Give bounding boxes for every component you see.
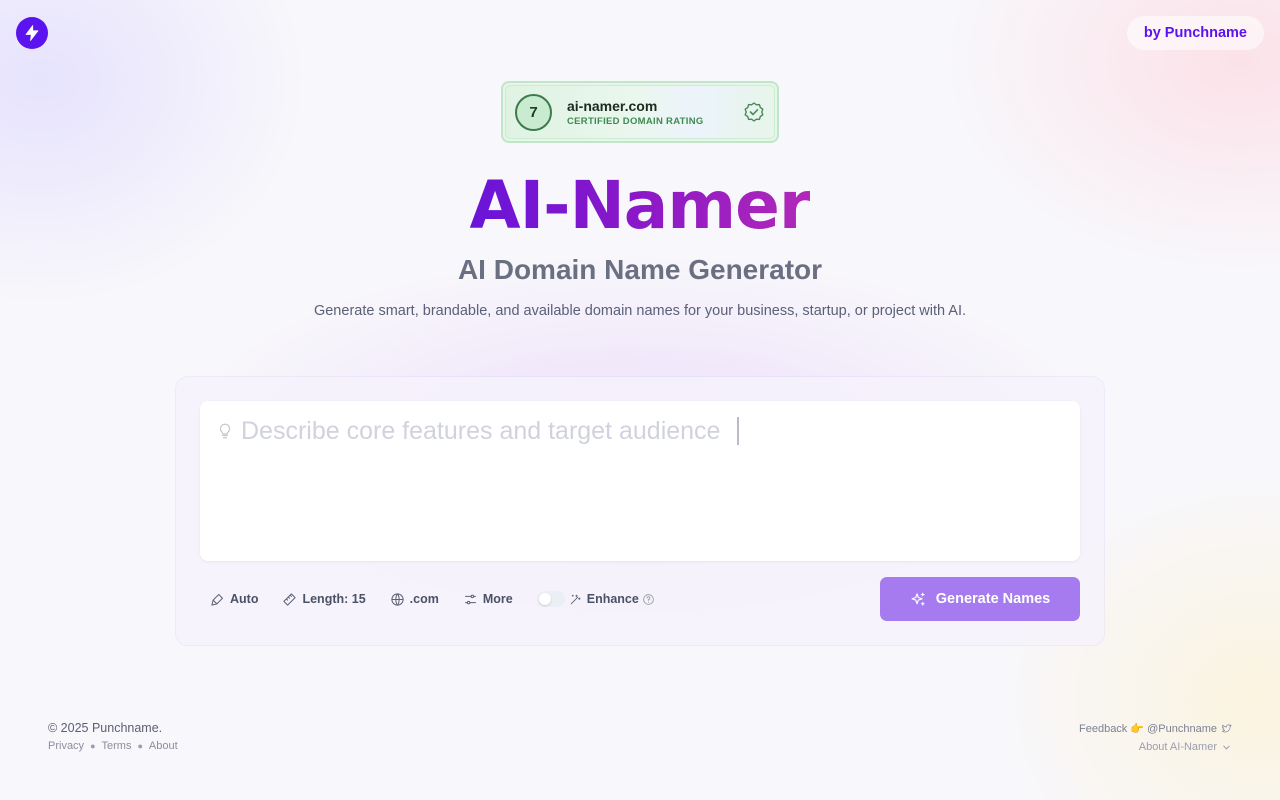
about-ai-namer-label: About AI-Namer — [1138, 741, 1217, 753]
verified-check-icon — [744, 102, 764, 122]
chevron-down-icon — [1223, 745, 1230, 749]
footer-right: Feedback 👉 @Punchname About AI-Namer — [1079, 720, 1232, 755]
tld-option-label: .com — [409, 592, 439, 606]
help-icon[interactable] — [642, 593, 655, 606]
separator-dot: ● — [137, 741, 143, 751]
rating-score: 7 — [515, 94, 552, 131]
generate-names-label: Generate Names — [935, 591, 1051, 607]
ruler-icon — [283, 592, 297, 606]
lightning-icon — [25, 25, 39, 41]
page-title: AI-Namer — [469, 167, 812, 244]
options-bar: Auto Length: 15 .com More Enhance — [210, 589, 655, 609]
text-caret — [737, 417, 739, 445]
enhance-toggle[interactable] — [536, 591, 565, 607]
page-description: Generate smart, brandable, and available… — [313, 303, 967, 319]
by-punchname-link[interactable]: by Punchname — [1126, 16, 1264, 50]
brush-icon — [211, 593, 223, 606]
lightbulb-icon — [219, 423, 231, 439]
terms-link[interactable]: Terms — [102, 740, 132, 752]
generator-panel: Auto Length: 15 .com More — [176, 377, 1104, 645]
badge-domain: ai-namer.com — [567, 98, 658, 114]
magic-wand-icon — [570, 594, 581, 604]
copyright: © 2025 Punchname. — [48, 721, 163, 735]
about-link[interactable]: About — [149, 740, 178, 752]
length-option-label: Length: 15 — [302, 592, 366, 606]
generate-names-button[interactable]: Generate Names — [880, 577, 1080, 621]
feedback-link[interactable]: Feedback 👉 @Punchname — [1079, 722, 1217, 735]
separator-dot: ● — [90, 741, 96, 751]
about-ai-namer-menu[interactable]: About AI-Namer — [1079, 739, 1232, 755]
prompt-input[interactable] — [241, 413, 1061, 449]
tld-option[interactable]: .com — [390, 592, 439, 607]
footer-left: © 2025 Punchname. Privacy ● Terms ● Abou… — [48, 720, 178, 752]
more-options[interactable]: More — [463, 592, 513, 607]
more-options-label: More — [482, 592, 513, 606]
length-option[interactable]: Length: 15 — [282, 592, 366, 607]
privacy-link[interactable]: Privacy — [48, 740, 84, 752]
logo-button[interactable] — [16, 17, 48, 49]
prompt-box[interactable] — [200, 401, 1080, 561]
style-option[interactable]: Auto — [210, 592, 258, 607]
enhance-option[interactable]: Enhance — [569, 592, 639, 606]
footer-links: Privacy ● Terms ● About — [48, 740, 178, 752]
sparkles-icon — [911, 592, 925, 606]
sliders-icon — [464, 594, 476, 604]
badge-caption: CERTIFIED DOMAIN RATING — [567, 116, 704, 127]
globe-icon — [391, 592, 404, 606]
enhance-label: Enhance — [586, 592, 639, 606]
domain-rating-badge[interactable]: 7 ai-namer.com CERTIFIED DOMAIN RATING — [501, 81, 779, 143]
page-subtitle: AI Domain Name Generator — [457, 254, 823, 285]
style-option-label: Auto — [230, 592, 259, 606]
twitter-bird-icon — [1221, 723, 1232, 732]
